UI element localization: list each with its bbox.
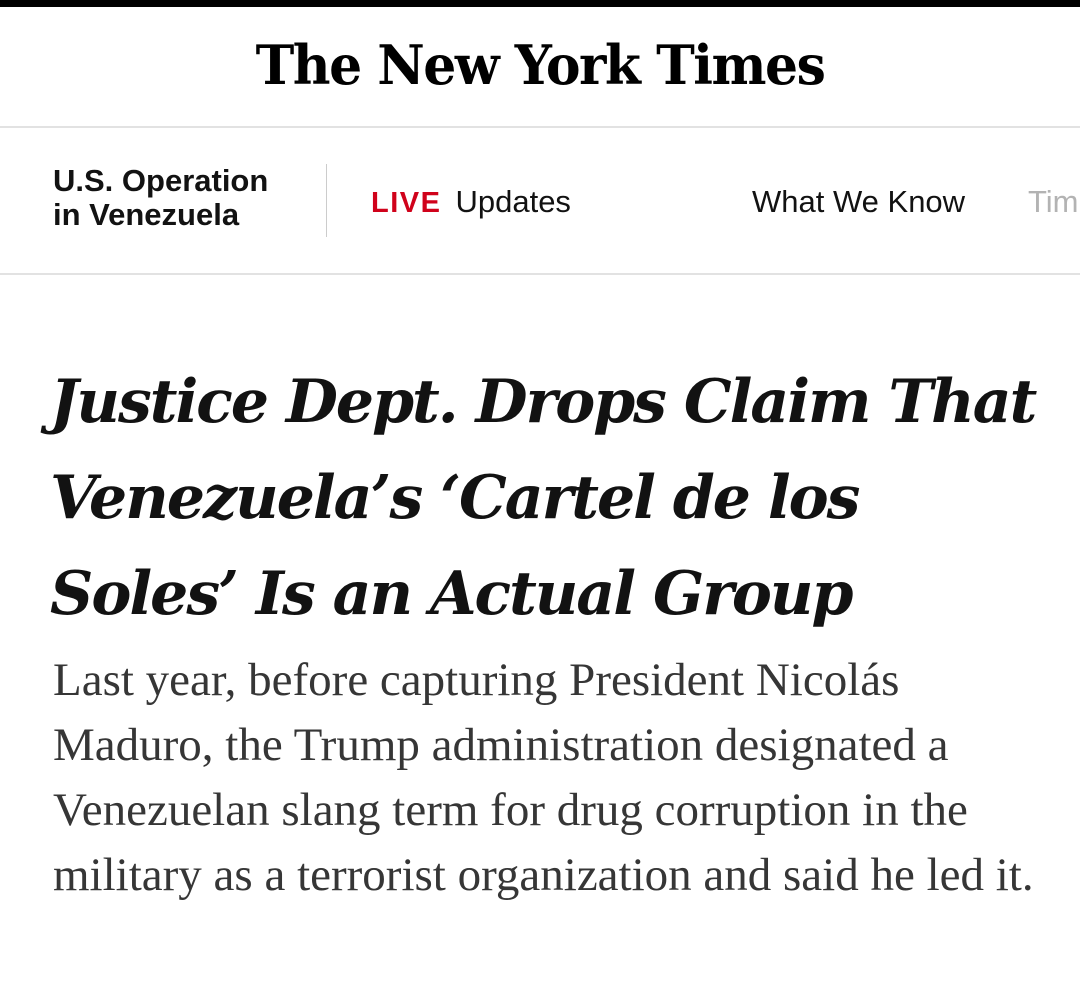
nyt-logo[interactable]: The New York Times — [256, 33, 826, 97]
live-badge: LIVE — [371, 187, 442, 219]
article-summary: Last year, before capturing President Ni… — [53, 654, 1034, 901]
timeline-link-partial[interactable]: Tim — [1028, 184, 1079, 220]
subnav-divider — [326, 164, 327, 237]
section-title[interactable]: U.S. Operation in Venezuela — [53, 164, 313, 232]
section-title-line2: in Venezuela — [53, 197, 240, 232]
live-updates-link[interactable]: LIVE Updates — [371, 184, 571, 221]
section-subnav: U.S. Operation in Venezuela LIVE Updates … — [0, 128, 1080, 273]
subnav-divider-bottom — [0, 273, 1080, 275]
live-updates-label: Updates — [455, 184, 571, 219]
top-border — [0, 0, 1080, 7]
section-title-line1: U.S. Operation — [53, 163, 269, 198]
what-we-know-link[interactable]: What We Know — [752, 184, 965, 220]
masthead: The New York Times — [0, 7, 1080, 127]
article-headline: Justice Dept. Drops Claim That Venezuela… — [50, 367, 1037, 629]
